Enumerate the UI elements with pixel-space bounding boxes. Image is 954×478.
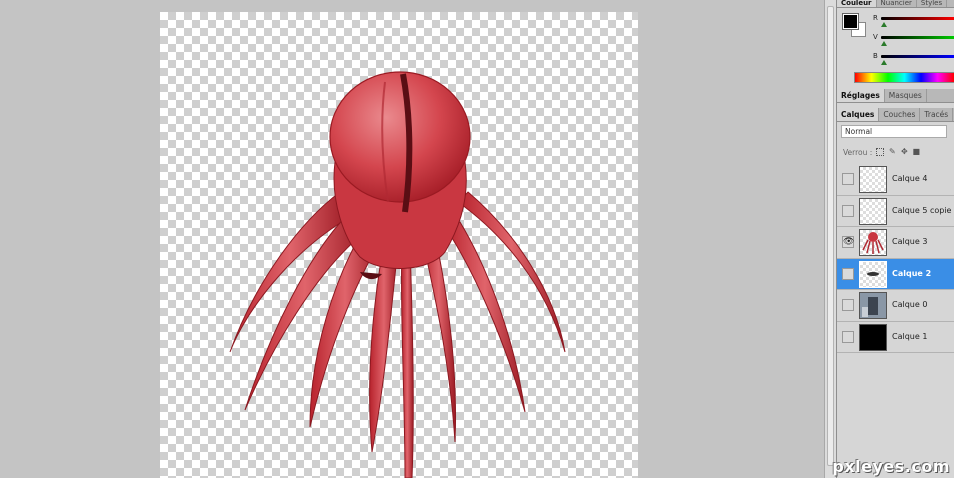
layer-row-calque-2[interactable]: Calque 2	[837, 258, 954, 290]
slider-b[interactable]: B	[873, 52, 954, 66]
octopus-artwork	[229, 71, 566, 478]
slider-r[interactable]: R	[873, 14, 954, 28]
layer-row-calque-5-copie[interactable]: Calque 5 copie	[837, 195, 954, 227]
slider-b-track[interactable]	[881, 55, 954, 58]
layer-row-calque-1[interactable]: Calque 1	[837, 321, 954, 353]
layers-panel-tabs: Calques Couches Tracés	[837, 108, 954, 122]
watermark-logo: pxleyes.com	[832, 457, 950, 476]
workspace[interactable]	[0, 0, 824, 478]
scrollbar-thumb[interactable]	[827, 6, 834, 466]
tab-reglages[interactable]: Réglages	[837, 89, 885, 102]
layer-list: Calque 4 Calque 5 copie 👁 Calque 3 Calqu…	[837, 164, 954, 353]
slider-r-label: R	[873, 14, 878, 22]
layer-row-calque-3[interactable]: 👁 Calque 3	[837, 227, 954, 259]
lock-row: Verrou : ✎ ✥ ■	[843, 146, 953, 158]
layer-name: Calque 3	[892, 237, 928, 246]
slider-b-label: B	[873, 52, 878, 60]
tab-nuancier[interactable]: Nuancier	[877, 0, 917, 7]
color-panel-tabs: Couleur Nuancier Styles	[837, 0, 954, 8]
slider-r-knob[interactable]	[881, 22, 887, 27]
layer-row-calque-4[interactable]: Calque 4	[837, 164, 954, 196]
layer-name: Calque 5 copie	[892, 205, 952, 215]
blend-mode-select[interactable]: Normal	[841, 125, 947, 138]
layer-name: Calque 1	[892, 331, 928, 341]
lock-label: Verrou :	[843, 147, 873, 157]
tab-couleur[interactable]: Couleur	[837, 0, 877, 7]
color-spectrum-bar[interactable]	[854, 72, 954, 83]
layer-thumbnail	[859, 292, 887, 319]
layer-thumbnail	[859, 323, 887, 351]
lock-all-icon[interactable]: ■	[912, 148, 921, 156]
tab-traces[interactable]: Tracés	[920, 108, 954, 121]
panels-dock: Couleur Nuancier Styles R V B Réglages M…	[836, 0, 954, 478]
tab-styles[interactable]: Styles	[917, 0, 948, 7]
lock-brush-icon[interactable]: ✎	[888, 148, 896, 156]
slider-v-knob[interactable]	[881, 41, 887, 46]
layer-name: Calque 2	[892, 268, 932, 278]
visibility-toggle[interactable]	[842, 267, 854, 280]
eye-icon[interactable]: 👁	[842, 236, 854, 248]
lock-move-icon[interactable]: ✥	[900, 148, 908, 156]
octopus-thumbnail-icon	[862, 232, 884, 254]
visibility-toggle[interactable]	[842, 173, 854, 185]
tab-masques[interactable]: Masques	[885, 89, 927, 102]
visibility-toggle[interactable]	[842, 330, 854, 343]
layer-row-calque-0[interactable]: Calque 0	[837, 290, 954, 322]
tab-calques[interactable]: Calques	[837, 108, 880, 121]
slider-v-track[interactable]	[881, 36, 954, 39]
lock-transparency-icon[interactable]	[876, 148, 885, 156]
slider-r-track[interactable]	[881, 17, 954, 20]
slider-v-label: V	[873, 33, 878, 41]
layer-thumbnail	[859, 197, 887, 225]
foreground-color-swatch[interactable]	[842, 13, 859, 30]
adjustments-panel-tabs: Réglages Masques	[837, 89, 954, 103]
visibility-toggle[interactable]	[842, 299, 854, 311]
visibility-toggle[interactable]	[842, 204, 854, 217]
eye-shape-thumbnail-icon	[867, 271, 879, 276]
layer-thumbnail	[859, 229, 887, 256]
photo-thumbnail-icon	[860, 293, 886, 318]
document-canvas[interactable]	[160, 12, 638, 478]
color-panel: Couleur Nuancier Styles R V B	[837, 0, 954, 86]
layer-name: Calque 4	[892, 174, 928, 183]
slider-v[interactable]: V	[873, 33, 954, 47]
vertical-scrollbar[interactable]	[824, 0, 836, 478]
layer-name: Calque 0	[892, 300, 928, 309]
slider-b-knob[interactable]	[881, 60, 887, 65]
layer-thumbnail	[859, 260, 887, 288]
layer-thumbnail	[859, 166, 887, 193]
tab-couches[interactable]: Couches	[879, 108, 921, 121]
